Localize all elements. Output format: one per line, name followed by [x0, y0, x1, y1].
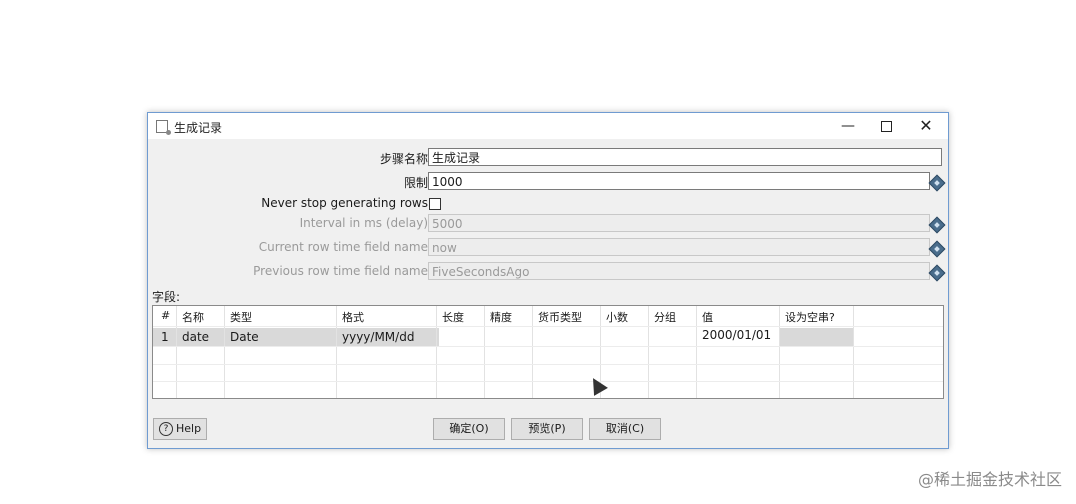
maximize-button[interactable] [866, 113, 906, 139]
row-divider [153, 381, 943, 382]
current-row-time-input[interactable]: now [428, 238, 930, 256]
table-header[interactable]: 小数 [606, 309, 628, 325]
variable-icon[interactable] [928, 216, 946, 234]
row-divider [153, 364, 943, 365]
table-header[interactable]: 格式 [342, 309, 364, 325]
interval-label: Interval in ms (delay) [299, 216, 428, 230]
table-header[interactable]: 货币类型 [538, 309, 582, 325]
table-header[interactable]: # [161, 309, 170, 322]
step-name-label: 步骤名称 [379, 152, 428, 166]
table-header[interactable]: 精度 [490, 309, 512, 325]
table-header[interactable]: 名称 [182, 309, 204, 325]
previous-row-time-label: Previous row time field name [253, 264, 428, 278]
title-bar[interactable]: 生成记录 — ✕ [148, 113, 948, 139]
variable-icon[interactable] [928, 174, 946, 192]
step-icon [156, 120, 171, 135]
table-cell[interactable]: Date [230, 330, 259, 344]
previous-row-time-input[interactable]: FiveSecondsAgo [428, 262, 930, 280]
never-stop-label: Never stop generating rows [261, 196, 428, 210]
limit-label: 限制 [403, 176, 428, 190]
preview-button[interactable]: 预览(P) [511, 418, 583, 440]
never-stop-checkbox[interactable] [429, 198, 441, 210]
limit-input[interactable]: 1000 [428, 172, 930, 190]
table-cell[interactable]: yyyy/MM/dd [342, 330, 414, 344]
watermark: @稀土掘金技术社区 [917, 470, 1062, 489]
table-cell[interactable]: 2000/01/01 [702, 328, 771, 342]
fields-label: 字段: [152, 290, 181, 304]
header-divider [153, 326, 943, 327]
help-icon: ? [159, 422, 173, 436]
ok-button[interactable]: 确定(O) [433, 418, 505, 440]
table-header[interactable]: 类型 [230, 309, 252, 325]
table-cell[interactable]: 1 [161, 330, 169, 344]
generate-rows-dialog: 生成记录 — ✕ 步骤名称 生成记录 限制 1000 Never stop ge… [147, 112, 949, 449]
table-header[interactable]: 值 [702, 309, 713, 325]
window-title: 生成记录 [174, 121, 223, 135]
variable-icon[interactable] [928, 264, 946, 282]
minimize-button[interactable]: — [828, 113, 868, 139]
step-name-input[interactable]: 生成记录 [428, 148, 942, 166]
row-divider [153, 346, 943, 347]
interval-input[interactable]: 5000 [428, 214, 930, 232]
table-cell[interactable]: date [182, 330, 209, 344]
help-button[interactable]: ? Help [153, 418, 207, 440]
table-header[interactable]: 设为空串? [785, 309, 835, 325]
table-header[interactable]: 长度 [442, 309, 464, 325]
table-header[interactable]: 分组 [654, 309, 676, 325]
cancel-button[interactable]: 取消(C) [589, 418, 661, 440]
current-row-time-label: Current row time field name [258, 240, 428, 254]
variable-icon[interactable] [928, 240, 946, 258]
help-label: Help [176, 422, 202, 435]
close-button[interactable]: ✕ [906, 113, 946, 139]
maximize-icon [880, 120, 892, 132]
fields-table[interactable]: # 名称 类型 格式 长度 精度 货币类型 小数 分组 值 设为空串? 1 da… [152, 305, 944, 399]
